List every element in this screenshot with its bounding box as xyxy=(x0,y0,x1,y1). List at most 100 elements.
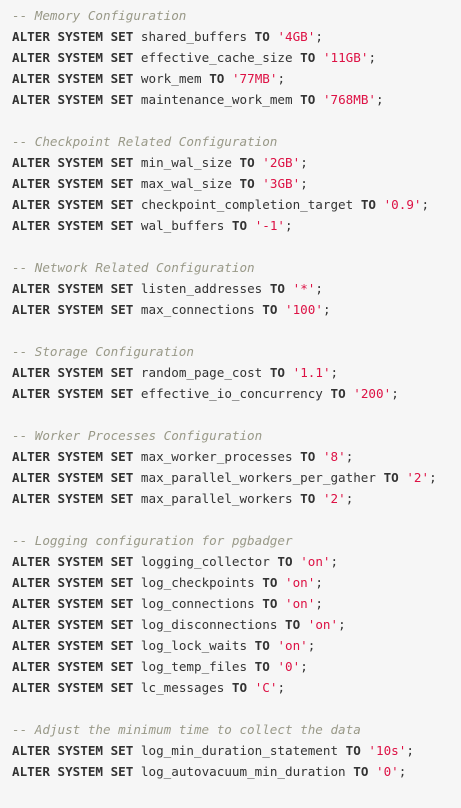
sql-terminator: ; xyxy=(315,29,323,44)
section-comment: -- Worker Processes Configuration xyxy=(12,428,263,443)
sql-to-keyword: TO xyxy=(300,50,316,65)
sql-statement: ALTER SYSTEM SET lc_messages TO 'C'; xyxy=(12,677,461,698)
sql-value: '*' xyxy=(292,281,316,296)
sql-parameter: min_wal_size xyxy=(140,155,232,170)
sql-terminator: ; xyxy=(277,680,286,695)
sql-keyword: ALTER SYSTEM SET xyxy=(12,71,134,86)
sql-to-keyword: TO xyxy=(269,365,286,380)
sql-keyword: ALTER SYSTEM SET xyxy=(12,764,134,779)
sql-value: 'on' xyxy=(285,596,316,611)
sql-keyword: ALTER SYSTEM SET xyxy=(12,659,134,674)
sql-keyword: ALTER SYSTEM SET xyxy=(12,575,134,590)
sql-keyword: ALTER SYSTEM SET xyxy=(12,155,134,170)
sql-terminator: ; xyxy=(322,302,331,317)
sql-value: '4GB' xyxy=(277,29,316,44)
section-comment: -- Network Related Configuration xyxy=(12,260,255,275)
sql-value: '2' xyxy=(322,491,346,506)
sql-to-keyword: TO xyxy=(254,659,270,674)
sql-value: 'C' xyxy=(254,680,278,695)
sql-keyword: ALTER SYSTEM SET xyxy=(12,491,134,506)
sql-terminator: ; xyxy=(315,575,323,590)
sql-keyword: ALTER SYSTEM SET xyxy=(12,743,134,758)
sql-statement: ALTER SYSTEM SET min_wal_size TO '2GB'; xyxy=(12,152,461,173)
sql-statement: ALTER SYSTEM SET max_parallel_workers_pe… xyxy=(12,467,461,488)
sql-parameter: max_parallel_workers xyxy=(140,491,293,506)
sql-parameter: logging_collector xyxy=(140,554,270,569)
sql-parameter: wal_buffers xyxy=(140,218,225,233)
sql-parameter: max_wal_size xyxy=(140,176,232,191)
sql-keyword: ALTER SYSTEM SET xyxy=(12,176,134,191)
sql-keyword: ALTER SYSTEM SET xyxy=(12,449,134,464)
sql-statement: ALTER SYSTEM SET random_page_cost TO '1.… xyxy=(12,362,461,383)
sql-value: 'on' xyxy=(307,617,339,632)
sql-statement: ALTER SYSTEM SET listen_addresses TO '*'… xyxy=(12,278,461,299)
sql-parameter: effective_cache_size xyxy=(140,50,293,65)
sql-terminator: ; xyxy=(315,281,323,296)
sql-statement: ALTER SYSTEM SET log_disconnections TO '… xyxy=(12,614,461,635)
sql-value: '100' xyxy=(285,302,323,317)
sql-value: '77MB' xyxy=(231,71,278,86)
sql-to-keyword: TO xyxy=(383,470,399,485)
sql-to-keyword: TO xyxy=(277,554,293,569)
sql-to-keyword: TO xyxy=(262,596,278,611)
sql-terminator: ; xyxy=(300,659,308,674)
sql-to-keyword: TO xyxy=(285,617,301,632)
sql-terminator: ; xyxy=(406,743,414,758)
sql-value: '2GB' xyxy=(262,155,301,170)
sql-parameter: max_connections xyxy=(140,302,255,317)
sql-to-keyword: TO xyxy=(209,71,225,86)
sql-to-keyword: TO xyxy=(345,743,361,758)
sql-terminator: ; xyxy=(300,155,308,170)
sql-keyword: ALTER SYSTEM SET xyxy=(12,218,134,233)
sql-keyword: ALTER SYSTEM SET xyxy=(12,29,134,44)
sql-terminator: ; xyxy=(421,197,430,212)
sql-statement: ALTER SYSTEM SET checkpoint_completion_t… xyxy=(12,194,461,215)
sql-parameter: log_checkpoints xyxy=(140,575,255,590)
sql-to-keyword: TO xyxy=(239,155,255,170)
sql-parameter: log_connections xyxy=(140,596,255,611)
sql-statement: ALTER SYSTEM SET max_worker_processes TO… xyxy=(12,446,461,467)
section-comment: -- Adjust the minimum time to collect th… xyxy=(12,722,361,737)
sql-to-keyword: TO xyxy=(254,638,270,653)
sql-terminator: ; xyxy=(368,50,377,65)
sql-parameter: log_disconnections xyxy=(140,617,278,632)
sql-parameter: lc_messages xyxy=(140,680,225,695)
sql-keyword: ALTER SYSTEM SET xyxy=(12,554,134,569)
sql-statement: ALTER SYSTEM SET work_mem TO '77MB'; xyxy=(12,68,461,89)
sql-statement: ALTER SYSTEM SET log_autovacuum_min_dura… xyxy=(12,761,461,782)
sql-statement: ALTER SYSTEM SET shared_buffers TO '4GB'… xyxy=(12,26,461,47)
sql-terminator: ; xyxy=(300,176,308,191)
sql-parameter: log_lock_waits xyxy=(140,638,248,653)
sql-to-keyword: TO xyxy=(300,449,316,464)
sql-code-block: -- Memory Configuration ALTER SYSTEM SET … xyxy=(0,0,461,808)
sql-value: '3GB' xyxy=(262,176,301,191)
sql-parameter: max_worker_processes xyxy=(140,449,293,464)
sql-statement: ALTER SYSTEM SET log_lock_waits TO 'on'; xyxy=(12,635,461,656)
sql-value: '768MB' xyxy=(322,92,377,107)
sql-value: 'on' xyxy=(277,638,308,653)
sql-to-keyword: TO xyxy=(231,680,248,695)
sql-value: '8' xyxy=(322,449,346,464)
sql-value: '0.9' xyxy=(383,197,422,212)
sql-to-keyword: TO xyxy=(262,575,278,590)
sql-terminator: ; xyxy=(277,71,286,86)
sql-statement: ALTER SYSTEM SET effective_io_concurrenc… xyxy=(12,383,461,404)
sql-terminator: ; xyxy=(391,386,399,401)
sql-value: '2' xyxy=(406,470,430,485)
sql-keyword: ALTER SYSTEM SET xyxy=(12,680,134,695)
sql-terminator: ; xyxy=(330,554,339,569)
sql-parameter: maintenance_work_mem xyxy=(140,92,293,107)
sql-keyword: ALTER SYSTEM SET xyxy=(12,365,134,380)
sql-parameter: listen_addresses xyxy=(140,281,263,296)
sql-terminator: ; xyxy=(376,92,384,107)
sql-statement: ALTER SYSTEM SET max_wal_size TO '3GB'; xyxy=(12,173,461,194)
sql-keyword: ALTER SYSTEM SET xyxy=(12,197,134,212)
sql-statement: ALTER SYSTEM SET maintenance_work_mem TO… xyxy=(12,89,461,110)
sql-statement: ALTER SYSTEM SET effective_cache_size TO… xyxy=(12,47,461,68)
sql-value: '1.1' xyxy=(292,365,331,380)
sql-keyword: ALTER SYSTEM SET xyxy=(12,596,134,611)
sql-statement: ALTER SYSTEM SET log_connections TO 'on'… xyxy=(12,593,461,614)
sql-statement: ALTER SYSTEM SET max_parallel_workers TO… xyxy=(12,488,461,509)
